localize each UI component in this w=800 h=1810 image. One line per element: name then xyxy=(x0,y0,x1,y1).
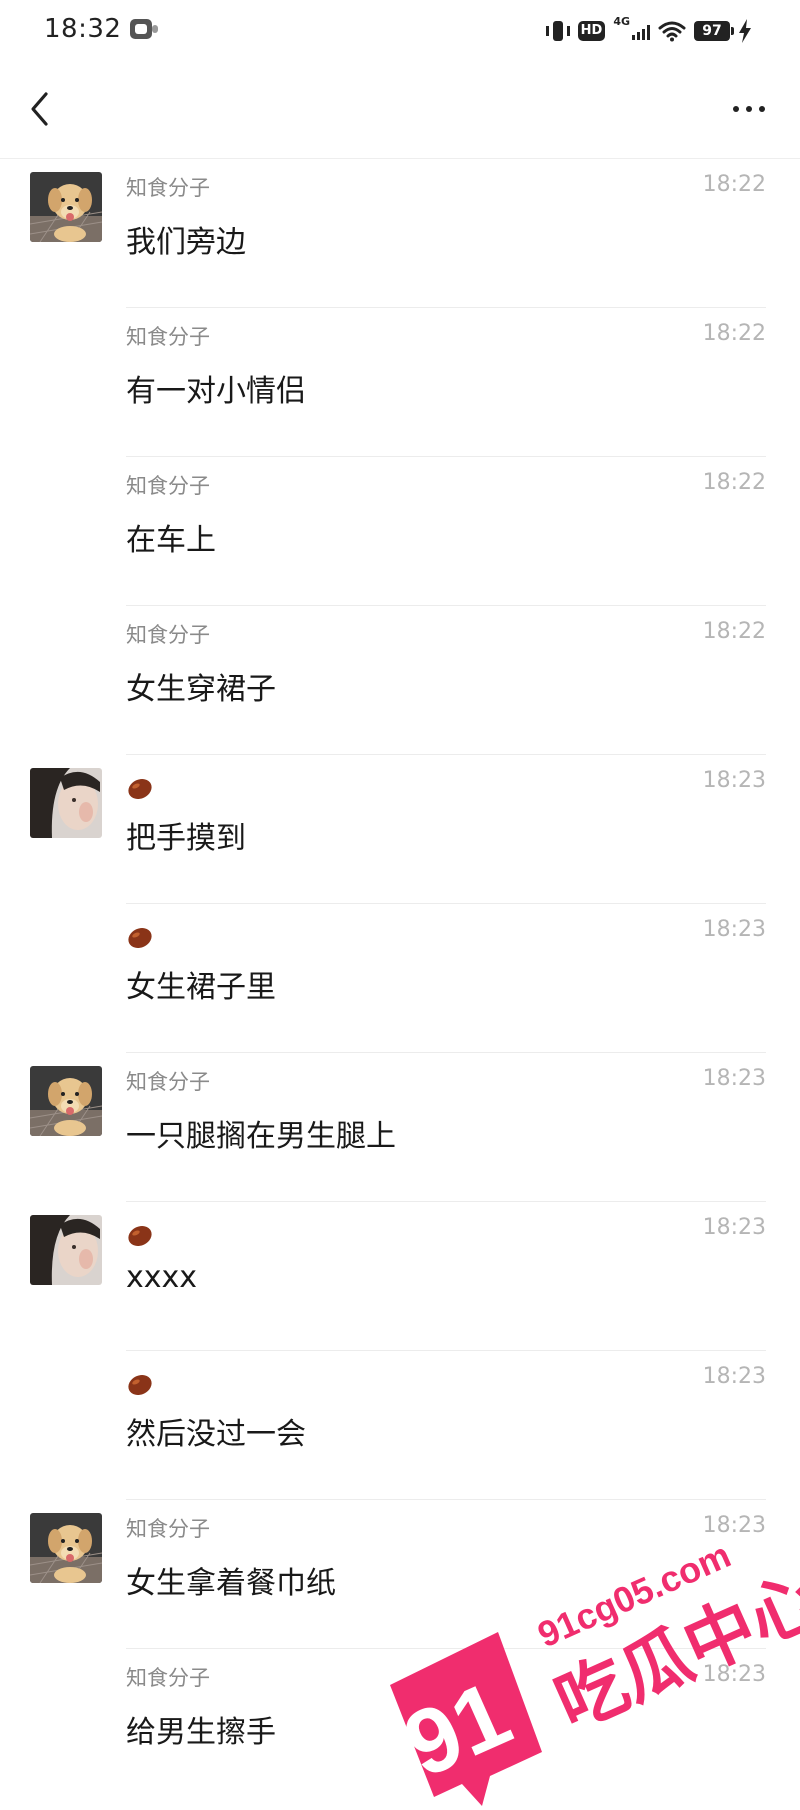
sender-name: 知食分子 xyxy=(126,474,210,498)
message-item[interactable]: 18:23 把手摸到 xyxy=(0,755,800,904)
network-type-label: 4G xyxy=(613,15,630,28)
message-time: 18:22 xyxy=(702,619,766,644)
message-text: 把手摸到 xyxy=(126,821,246,856)
message-item[interactable]: 知食分子 18:22 有一对小情侣 xyxy=(0,308,800,457)
wifi-icon xyxy=(658,20,686,42)
battery-icon: 97 xyxy=(694,21,734,41)
message-text: 一只腿搁在男生腿上 xyxy=(126,1119,396,1154)
message-text: xxxx xyxy=(126,1260,198,1295)
message-time: 18:23 xyxy=(702,768,766,793)
message-item[interactable]: 知食分子 18:23 一只腿搁在男生腿上 xyxy=(0,1053,800,1202)
sender-name: 知食分子 xyxy=(126,1666,210,1690)
message-time: 18:23 xyxy=(702,1215,766,1240)
message-text: 给男生擦手 xyxy=(126,1715,276,1750)
red-bean-emoji-icon xyxy=(127,1374,153,1396)
message-item[interactable]: 知食分子 18:22 我们旁边 xyxy=(0,159,800,308)
watermark-logo: 91 91cg05.com 吃瓜中心 xyxy=(370,1500,800,1806)
red-bean-emoji-icon xyxy=(127,778,153,800)
signal-icon xyxy=(632,22,650,40)
message-text: 然后没过一会 xyxy=(126,1417,306,1452)
vibrate-icon xyxy=(545,19,570,43)
message-item[interactable]: 知食分子 18:22 女生穿裙子 xyxy=(0,606,800,755)
hd-icon: HD xyxy=(577,21,606,41)
red-bean-emoji-icon xyxy=(127,927,153,949)
message-time: 18:22 xyxy=(702,321,766,346)
charging-icon xyxy=(738,19,752,43)
notification-dot-icon xyxy=(152,25,158,33)
message-text: 在车上 xyxy=(126,523,216,558)
nav-bar xyxy=(0,62,800,159)
battery-level: 97 xyxy=(702,23,722,39)
sender-name: 知食分子 xyxy=(126,176,210,200)
avatar-girl[interactable] xyxy=(30,1215,102,1285)
message-text: 女生穿裙子 xyxy=(126,672,276,707)
app-notification-icon xyxy=(130,19,152,39)
avatar-girl[interactable] xyxy=(30,768,102,838)
sender-name: 知食分子 xyxy=(126,1517,210,1541)
message-text: 女生裙子里 xyxy=(126,970,276,1005)
message-time: 18:23 xyxy=(702,1364,766,1389)
message-time: 18:22 xyxy=(702,470,766,495)
status-icons: HD 4G 97 xyxy=(545,14,752,48)
sender-name: 知食分子 xyxy=(126,1070,210,1094)
message-text: 有一对小情侣 xyxy=(126,374,306,409)
message-time: 18:22 xyxy=(702,172,766,197)
message-text: 我们旁边 xyxy=(126,225,246,260)
sender-name: 知食分子 xyxy=(126,623,210,647)
status-time: 18:32 xyxy=(44,14,122,44)
message-item[interactable]: 18:23 然后没过一会 xyxy=(0,1351,800,1500)
message-item[interactable]: 知食分子 18:22 在车上 xyxy=(0,457,800,606)
red-bean-emoji-icon xyxy=(127,1225,153,1247)
avatar-puppy[interactable] xyxy=(30,172,102,242)
message-time: 18:23 xyxy=(702,917,766,942)
more-dots-icon[interactable] xyxy=(724,92,774,126)
message-item[interactable]: 18:23 xxxx xyxy=(0,1202,800,1351)
status-bar: 18:32 HD 4G 97 xyxy=(0,0,800,62)
sender-name: 知食分子 xyxy=(126,325,210,349)
message-text: 女生拿着餐巾纸 xyxy=(126,1566,336,1601)
avatar-puppy[interactable] xyxy=(30,1513,102,1583)
message-time: 18:23 xyxy=(702,1066,766,1091)
avatar-puppy[interactable] xyxy=(30,1066,102,1136)
message-item[interactable]: 18:23 女生裙子里 xyxy=(0,904,800,1053)
chevron-left-icon[interactable] xyxy=(22,84,62,134)
